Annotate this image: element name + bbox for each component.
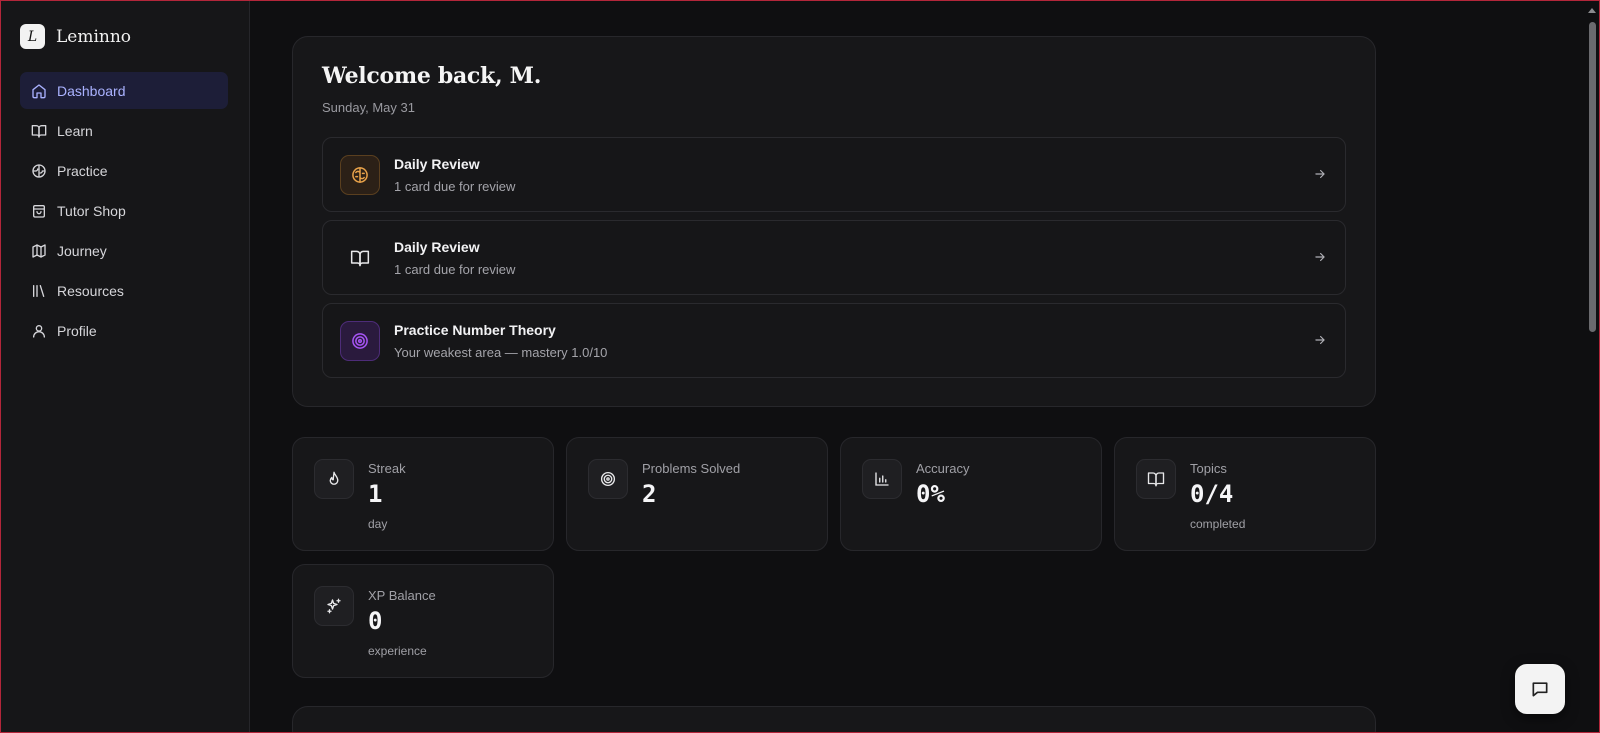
- user-icon: [31, 323, 47, 339]
- brain-icon: [31, 163, 47, 179]
- action-title: Practice Number Theory: [394, 322, 556, 338]
- stat-value: 0%: [916, 480, 945, 508]
- scrollbar[interactable]: [1585, 4, 1598, 733]
- stat-value: 1: [368, 480, 383, 508]
- stat-unit: experience: [368, 644, 427, 658]
- stat-card-problems-solved: Problems Solved 2: [566, 437, 828, 551]
- sidebar-item-resources[interactable]: Resources: [20, 272, 228, 309]
- action-practice-number-theory[interactable]: Practice Number Theory Your weakest area…: [322, 303, 1346, 378]
- action-daily-review-2[interactable]: Daily Review 1 card due for review: [322, 220, 1346, 295]
- stat-unit: day: [368, 517, 388, 531]
- target-icon: [340, 321, 380, 361]
- stat-label: Problems Solved: [642, 461, 741, 476]
- action-daily-review[interactable]: Daily Review 1 card due for review: [322, 137, 1346, 212]
- stat-value: 2: [642, 480, 657, 508]
- scrollbar-thumb[interactable]: [1589, 22, 1596, 332]
- brand-name: Leminno: [56, 26, 132, 47]
- brand-logo: L: [20, 24, 45, 49]
- target-icon: [588, 459, 628, 499]
- shopping-bag-icon: [31, 203, 47, 219]
- book-open-icon: [340, 238, 380, 278]
- current-date: Sunday, May 31: [322, 100, 415, 115]
- welcome-card: Welcome back, M. Sunday, May 31 Daily Re…: [292, 36, 1376, 407]
- page-title: Welcome back, M.: [322, 63, 542, 89]
- action-title: Daily Review: [394, 239, 480, 255]
- scroll-up-arrow[interactable]: [1588, 8, 1596, 13]
- sidebar: L Leminno Dashboard Learn Practice Tutor…: [0, 0, 250, 733]
- sidebar-item-label: Profile: [57, 322, 97, 339]
- action-subtitle: 1 card due for review: [394, 179, 516, 194]
- map-icon: [31, 243, 47, 259]
- action-title: Daily Review: [394, 156, 480, 172]
- sidebar-item-label: Resources: [57, 282, 124, 299]
- home-icon: [31, 83, 47, 99]
- stat-card-accuracy: Accuracy 0%: [840, 437, 1102, 551]
- chat-button[interactable]: [1515, 664, 1565, 714]
- sidebar-item-label: Practice: [57, 162, 108, 179]
- book-open-icon: [31, 123, 47, 139]
- sidebar-item-label: Dashboard: [57, 82, 126, 99]
- stat-card-streak: Streak 1 day: [292, 437, 554, 551]
- flame-icon: [314, 459, 354, 499]
- arrow-right-icon: [1315, 335, 1325, 345]
- arrow-right-icon: [1315, 169, 1325, 179]
- sparkles-icon: [314, 586, 354, 626]
- stat-card-topics: Topics 0/4 completed: [1114, 437, 1376, 551]
- brand[interactable]: L Leminno: [20, 24, 131, 49]
- sidebar-item-learn[interactable]: Learn: [20, 112, 228, 149]
- message-square-icon: [1532, 682, 1548, 697]
- stat-label: Accuracy: [916, 461, 970, 476]
- sidebar-item-journey[interactable]: Journey: [20, 232, 228, 269]
- stat-value: 0: [368, 607, 383, 635]
- sidebar-item-practice[interactable]: Practice: [20, 152, 228, 189]
- sidebar-item-profile[interactable]: Profile: [20, 312, 228, 349]
- bar-chart-icon: [862, 459, 902, 499]
- stat-card-xp-balance: XP Balance 0 experience: [292, 564, 554, 678]
- sidebar-item-tutor-shop[interactable]: Tutor Shop: [20, 192, 228, 229]
- action-subtitle: 1 card due for review: [394, 262, 516, 277]
- sidebar-nav: Dashboard Learn Practice Tutor Shop Jour…: [20, 72, 228, 352]
- sidebar-item-label: Journey: [57, 242, 107, 259]
- sidebar-item-label: Learn: [57, 122, 93, 139]
- action-subtitle: Your weakest area — mastery 1.0/10: [394, 345, 608, 360]
- sidebar-item-dashboard[interactable]: Dashboard: [20, 72, 228, 109]
- library-icon: [31, 283, 47, 299]
- stat-unit: completed: [1190, 517, 1246, 531]
- stat-value: 0/4: [1190, 480, 1234, 508]
- brain-icon: [340, 155, 380, 195]
- section-card: [292, 706, 1376, 733]
- sidebar-item-label: Tutor Shop: [57, 202, 126, 219]
- stat-label: Streak: [368, 461, 406, 476]
- stat-label: XP Balance: [368, 588, 436, 603]
- stat-label: Topics: [1190, 461, 1227, 476]
- arrow-right-icon: [1315, 252, 1325, 262]
- book-open-icon: [1136, 459, 1176, 499]
